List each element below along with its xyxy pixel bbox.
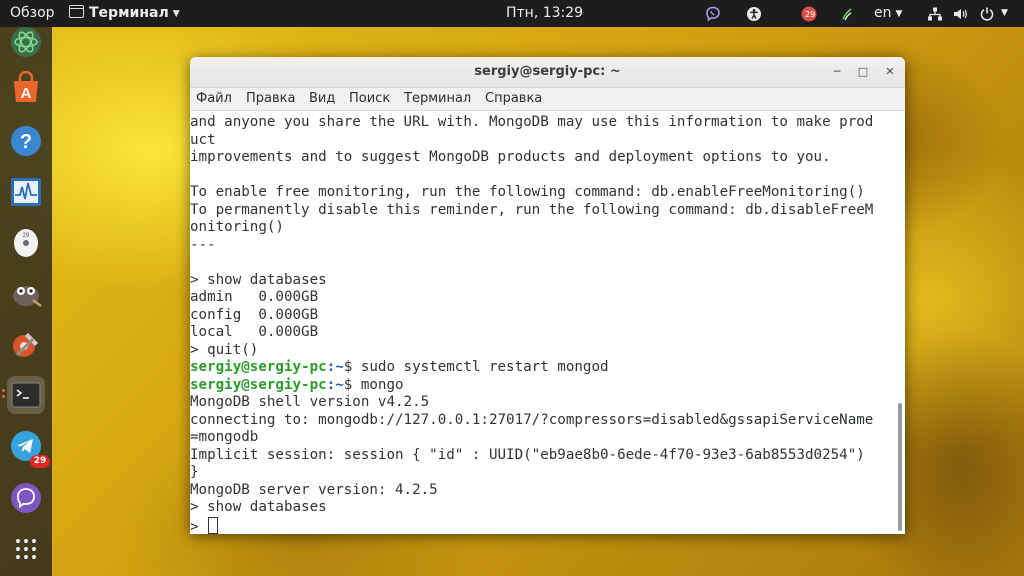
top-bar: Обзор Терминал ▼ Птн, 13:29 29 en ▼ ▼ — [0, 0, 1024, 27]
terminal-line: sergiy@sergiy-pc:~$ sudo systemctl resta… — [190, 359, 609, 377]
prompt-user: sergiy@sergiy-pc — [190, 376, 327, 393]
terminal-line: } — [190, 464, 199, 482]
sync-icon[interactable] — [838, 5, 856, 23]
viber-icon[interactable] — [704, 5, 722, 23]
settings-icon[interactable] — [7, 325, 45, 363]
app-menu-button[interactable]: Терминал ▼ — [69, 0, 180, 27]
app-menu-label: Терминал — [89, 5, 169, 21]
line-text: } — [190, 464, 199, 480]
line-text: --- — [190, 236, 216, 253]
line-text: To permanently disable this reminder, ru… — [190, 201, 874, 218]
prompt-path: :~ — [326, 376, 344, 393]
terminal-line: Implicit session: session { "id" : UUID(… — [190, 447, 865, 465]
system-monitor-icon[interactable] — [7, 173, 45, 211]
line-text: improvements and to suggest MongoDB prod… — [190, 149, 831, 165]
menu-terminal[interactable]: Терминал — [404, 88, 471, 110]
active-indicator — [2, 395, 5, 398]
line-text: > — [190, 518, 208, 535]
line-text: uct — [190, 131, 216, 148]
terminal-icon — [69, 5, 84, 18]
menu-help[interactable]: Справка — [485, 88, 542, 110]
disk-utility-icon[interactable]: 29 — [7, 223, 45, 261]
line-text: local 0.000GB — [190, 324, 319, 340]
terminal-line: MongoDB server version: 4.2.5 — [190, 482, 438, 500]
terminal-line: > show databases — [190, 272, 327, 290]
terminal-line: To permanently disable this reminder, ru… — [190, 202, 873, 220]
terminal-icon[interactable] — [7, 376, 45, 414]
viber-icon[interactable] — [7, 479, 45, 517]
terminal-line: > show databases — [190, 499, 327, 517]
scrollbar[interactable] — [897, 113, 903, 534]
terminal-line: admin 0.000GB — [190, 289, 318, 307]
active-indicator — [2, 389, 5, 392]
line-text: > show databases — [190, 499, 327, 515]
dock: A ? 29 29 — [0, 27, 52, 576]
terminal-line: MongoDB shell version v4.2.5 — [190, 394, 429, 412]
prompt-user: sergiy@sergiy-pc — [190, 359, 327, 375]
maximize-button[interactable]: □ — [855, 64, 871, 80]
help-icon[interactable]: ? — [7, 122, 45, 160]
line-text: MongoDB shell version v4.2.5 — [190, 394, 430, 410]
line-text: $ sudo systemctl restart mongod — [343, 359, 609, 375]
line-text: MongoDB server version: 4.2.5 — [190, 481, 438, 498]
scrollbar-thumb[interactable] — [898, 403, 902, 531]
terminal-line: improvements and to suggest MongoDB prod… — [190, 149, 831, 167]
menu-bar: Файл Правка Вид Поиск Терминал Справка — [190, 88, 905, 111]
viber-badge: 29 — [805, 10, 816, 19]
terminal-window: sergiy@sergiy-pc: ~ ─ □ ✕ Файл Правка Ви… — [190, 57, 905, 534]
show-apps-icon[interactable] — [7, 530, 45, 568]
menu-view[interactable]: Вид — [309, 88, 335, 110]
power-icon[interactable] — [978, 5, 996, 23]
caret-down-icon: ▼ — [172, 9, 180, 19]
terminal-line: local 0.000GB — [190, 324, 318, 342]
close-button[interactable]: ✕ — [882, 64, 898, 80]
terminal-line: =mongodb — [190, 429, 258, 447]
terminal-line: sergiy@sergiy-pc:~$ mongo — [190, 377, 404, 395]
caret-down-icon[interactable]: ▼ — [1001, 0, 1008, 27]
terminal-line: and anyone you share the URL with. Mongo… — [190, 114, 873, 132]
language-selector[interactable]: en ▼ — [874, 0, 902, 27]
atom-icon[interactable] — [7, 23, 45, 61]
window-title: sergiy@sergiy-pc: ~ — [474, 64, 621, 79]
terminal-line: > — [190, 516, 219, 535]
window-titlebar[interactable]: sergiy@sergiy-pc: ~ ─ □ ✕ — [190, 57, 905, 88]
terminal-line: onitoring() — [190, 219, 284, 237]
clock[interactable]: Птн, 13:29 — [506, 0, 583, 27]
volume-icon[interactable] — [951, 5, 969, 23]
cursor — [208, 516, 219, 534]
menu-search[interactable]: Поиск — [349, 88, 390, 110]
ubuntu-software-icon[interactable]: A — [7, 69, 45, 107]
terminal-line: connecting to: mongodb://127.0.0.1:27017… — [190, 412, 873, 430]
svg-text:A: A — [21, 85, 32, 102]
caret-down-icon: ▼ — [895, 9, 903, 19]
terminal-line: To enable free monitoring, run the follo… — [190, 184, 865, 202]
line-text: > quit() — [190, 341, 259, 358]
line-text: To enable free monitoring, run the follo… — [190, 184, 865, 200]
terminal-line: config 0.000GB — [190, 307, 318, 325]
terminal-line: > quit() — [190, 342, 258, 360]
line-text: admin 0.000GB — [190, 289, 319, 305]
network-icon[interactable] — [926, 5, 944, 23]
accessibility-icon[interactable] — [745, 5, 763, 23]
line-text: config 0.000GB — [190, 306, 319, 323]
gimp-icon[interactable] — [7, 274, 45, 312]
terminal-output[interactable]: and anyone you share the URL with. Mongo… — [190, 111, 895, 534]
line-text: $ mongo — [343, 376, 404, 393]
line-text: and anyone you share the URL with. Mongo… — [190, 114, 874, 130]
line-text: > show databases — [190, 271, 327, 288]
menu-file[interactable]: Файл — [196, 88, 232, 110]
svg-text:29: 29 — [23, 233, 30, 239]
minimize-button[interactable]: ─ — [829, 64, 845, 80]
line-text: =mongodb — [190, 429, 259, 445]
prompt-path: :~ — [326, 359, 344, 375]
line-text: connecting to: mongodb://127.0.0.1:27017… — [190, 411, 874, 428]
line-text: onitoring() — [190, 219, 284, 235]
terminal-line: uct — [190, 132, 216, 150]
line-text: Implicit session: session { "id" : UUID(… — [190, 446, 865, 463]
terminal-line: --- — [190, 237, 216, 255]
svg-text:?: ? — [20, 131, 32, 153]
language-label: en — [874, 5, 892, 21]
telegram-badge: 29 — [30, 455, 50, 468]
menu-edit[interactable]: Правка — [246, 88, 295, 110]
